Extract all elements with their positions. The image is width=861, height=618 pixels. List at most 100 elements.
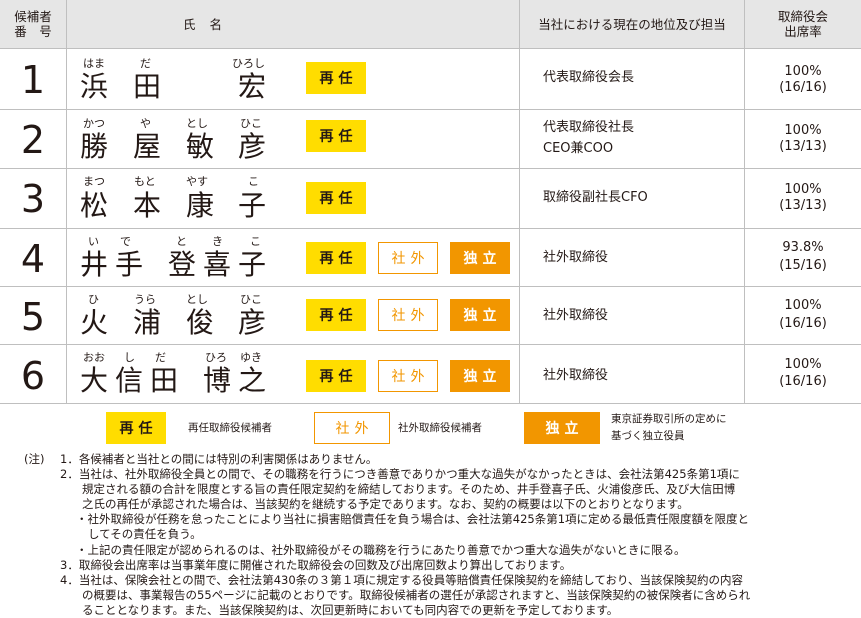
attendance-rate: 93.8% (782, 240, 824, 255)
badge-reappoint: 再任 (306, 182, 366, 214)
legend-reappoint-label: 再任取締役候補者 (188, 422, 272, 434)
badge-outside: 社外 (378, 242, 438, 274)
legend-badge-reappoint: 再任 (106, 412, 166, 444)
name-kanji: 手 (115, 248, 144, 281)
badge-reappoint: 再任 (306, 120, 366, 152)
position-line: 社外取締役 (543, 368, 609, 383)
name-kanji: 之 (238, 364, 267, 397)
candidate-number: 5 (20, 295, 46, 339)
header-attendance: 取締役会 出席率 (745, 0, 861, 48)
name-ruby: だ (155, 351, 166, 364)
name-kanji: 浜 (80, 70, 109, 103)
position-line: 取締役副社長CFO (543, 190, 648, 205)
name-ruby: ひこ (240, 117, 262, 130)
position-line: CEO兼COO (543, 141, 614, 156)
note-line: ・社外取締役が任務を怠ったことにより当社に損害賠償責任を負う場合は、会社法第42… (76, 512, 750, 526)
badge-reappoint: 再任 (306, 62, 366, 94)
attendance-count: (16/16) (779, 316, 827, 331)
position-line: 社外取締役 (543, 250, 609, 265)
name-ruby: とし (186, 117, 208, 130)
legend-badge-independent: 独立 (524, 412, 600, 444)
name-kanji: 本 (133, 189, 162, 222)
name-kanji: 博 (203, 364, 232, 397)
note-line: 4．当社は、保険会社との間で、会社法第430条の３第１項に規定する役員等賠償責任… (60, 573, 744, 587)
attendance-rate: 100% (784, 123, 822, 138)
header-position: 当社における現在の地位及び担当 (520, 0, 744, 48)
position-line: 代表取締役会長 (543, 70, 635, 85)
name-ruby: い (88, 235, 99, 248)
note-line: 1．各候補者と当社との間には特別の利害関係はありません。 (60, 452, 378, 466)
attendance-count: (13/13) (779, 198, 827, 213)
name-ruby: と (176, 235, 187, 248)
name-kanji: 松 (80, 189, 109, 222)
header-name-text: 氏名 (183, 16, 237, 32)
legend-independent-label: 基づく独立役員 (611, 430, 685, 442)
candidate-number: 6 (20, 354, 46, 398)
name-kanji: 田 (133, 70, 162, 103)
name-ruby: おお (83, 351, 105, 364)
header-position-text: 当社における現在の地位及び担当 (538, 16, 726, 32)
name-kanji: 康 (186, 189, 215, 222)
candidate-number: 2 (20, 118, 46, 162)
name-ruby: かつ (83, 117, 105, 130)
name-ruby: はま (83, 57, 105, 70)
name-ruby: うら (134, 293, 156, 306)
note-line: してその責任を負う。 (88, 527, 202, 541)
name-ruby: や (140, 117, 151, 130)
name-kanji: 大 (80, 364, 109, 397)
name-ruby: まつ (83, 175, 105, 188)
name-kanji: 屋 (133, 130, 162, 163)
name-ruby: こ (248, 175, 259, 188)
row-divider (0, 228, 861, 229)
badge-outside: 社外 (378, 299, 438, 331)
notes-prefix: (注) (24, 452, 45, 466)
attendance-rate: 100% (784, 182, 822, 197)
name-kanji: 田 (150, 364, 179, 397)
note-line: 2．当社は、社外取締役全員との間で、その職務を行うにつき善意でありかつ重大な過失… (60, 467, 740, 481)
attendance-count: (15/16) (779, 258, 827, 273)
badge-independent: 独立 (450, 299, 510, 331)
attendance-count: (16/16) (779, 374, 827, 389)
note-line: 之氏の再任が承認された場合は、当該契約を継続する予定であります。なお、契約の概要… (82, 497, 689, 511)
row-divider (0, 286, 861, 287)
note-line: 規定される額の合計を限度とする旨の責任限定契約を締結しております。そのため、井手… (82, 482, 736, 496)
row-divider (0, 403, 861, 404)
legend-outside-label: 社外取締役候補者 (398, 422, 482, 434)
name-kanji: 浦 (133, 306, 162, 339)
name-ruby: とし (186, 293, 208, 306)
name-ruby: し (124, 351, 135, 364)
name-kanji: 喜 (203, 248, 232, 281)
candidate-table: 候補者 番 号 氏名 当社における現在の地位及び担当 取締役会 出席率 1 はま… (0, 0, 861, 404)
name-ruby: こ (250, 235, 261, 248)
name-kanji: 火 (80, 306, 109, 339)
name-ruby: やす (186, 175, 208, 188)
name-kanji: 宏 (238, 70, 267, 103)
row-divider (0, 109, 861, 110)
attendance-rate: 100% (784, 64, 822, 79)
name-kanji: 井 (80, 248, 109, 281)
name-kanji: 子 (238, 189, 267, 222)
name-ruby: ひ (88, 293, 99, 306)
badge-reappoint: 再任 (306, 242, 366, 274)
header-number-text: 候補者 番 号 (14, 9, 52, 39)
badge-outside: 社外 (378, 360, 438, 392)
note-line: 3．取締役会出席率は当事業年度に開催された取締役会の回数及び出席回数より算出して… (60, 558, 572, 572)
name-kanji: 彦 (238, 306, 267, 339)
name-kanji: 彦 (238, 130, 267, 163)
badge-independent: 独立 (450, 242, 510, 274)
candidate-number: 1 (20, 58, 46, 102)
badge-reappoint: 再任 (306, 360, 366, 392)
name-ruby: ひろし (232, 57, 265, 70)
name-kanji: 登 (168, 248, 197, 281)
row-divider (0, 48, 861, 49)
position-line: 代表取締役社長 (543, 120, 635, 135)
name-kanji: 俊 (186, 306, 215, 339)
name-ruby: だ (140, 57, 151, 70)
legend-badge-outside: 社外 (314, 412, 390, 444)
position-line: 社外取締役 (543, 308, 609, 323)
attendance-count: (13/13) (779, 139, 827, 154)
name-kanji: 子 (238, 248, 267, 281)
note-line: の概要は、事業報告の55ページに記載のとおりです。取締役候補者の選任が承認されま… (82, 588, 751, 602)
candidate-number: 4 (20, 237, 46, 281)
badge-reappoint: 再任 (306, 299, 366, 331)
